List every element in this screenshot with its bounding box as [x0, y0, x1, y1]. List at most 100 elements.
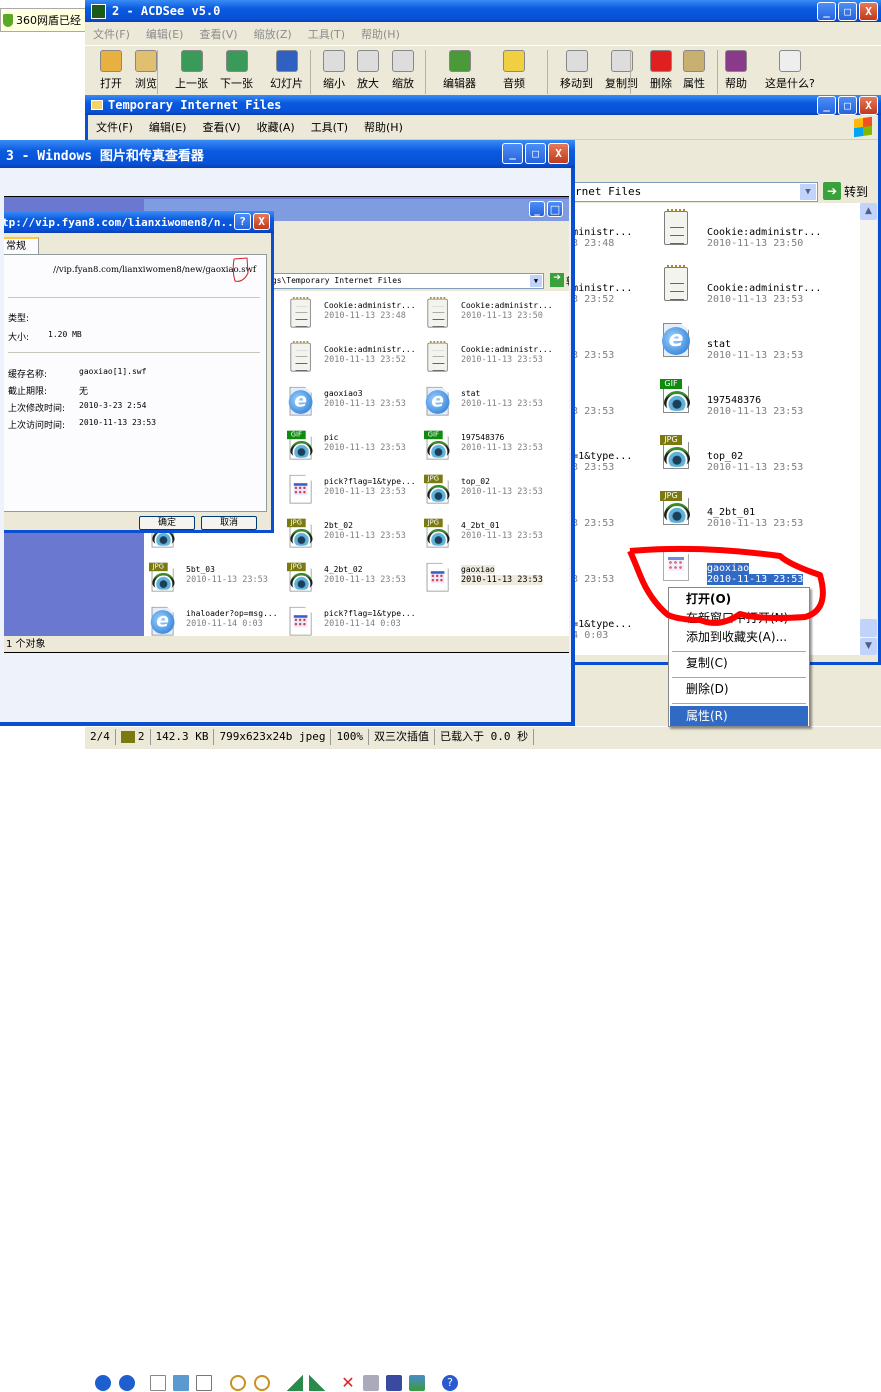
dropdown-arrow-icon[interactable]: ▼ [800, 184, 816, 200]
tab-general[interactable]: 常规 [4, 237, 39, 255]
desktop-notification[interactable]: 360网盾已经 [0, 8, 86, 32]
close-button[interactable]: X [859, 96, 878, 115]
help-button[interactable]: ? [442, 1375, 458, 1391]
notepad-icon [427, 341, 448, 372]
cancel-button[interactable]: 取消 [201, 516, 257, 530]
note-file-icon [424, 297, 450, 329]
menu-item[interactable]: 查看(V) [202, 119, 240, 135]
menu-item[interactable]: 文件(F) [96, 119, 133, 135]
file-name: Cookie:administr... [461, 301, 553, 310]
close-button[interactable]: X [253, 213, 270, 230]
acdsee-titlebar[interactable]: 2 - ACDSee v5.0 _ □ X [85, 0, 881, 22]
toolbar-button-zoom-in[interactable]: 放大 [357, 50, 379, 91]
toolbar-button-browse[interactable]: 浏览 [135, 50, 157, 91]
menu-item-open[interactable]: 打开(O) [670, 589, 808, 609]
menu-item-properties[interactable]: 属性(R) [670, 706, 808, 726]
actual-size-button[interactable] [173, 1375, 189, 1391]
menu-item[interactable]: 编辑(E) [146, 26, 184, 42]
file-date: 2010-11-13 23:53 [707, 574, 804, 585]
slideshow-button[interactable] [196, 1375, 212, 1391]
close-button[interactable]: X [859, 2, 878, 21]
menu-item-delete[interactable]: 删除(D) [670, 679, 808, 699]
help-icon [725, 50, 747, 72]
toolbar-button-audio[interactable]: 音频 [503, 50, 525, 91]
delete-button[interactable]: ✕ [340, 1375, 356, 1391]
minimize-button[interactable]: _ [817, 96, 836, 115]
minimize-button[interactable]: _ [817, 2, 836, 21]
menu-item[interactable]: 编辑(E) [149, 119, 187, 135]
save-button[interactable] [386, 1375, 402, 1391]
app-file-icon [287, 605, 313, 636]
context-menu: 打开(O) 在新窗口中打开(N) 添加到收藏夹(A)... 复制(C) 删除(D… [668, 587, 810, 727]
toolbar-button-properties[interactable]: 属性 [683, 50, 705, 91]
menu-item[interactable]: 帮助(H) [364, 119, 403, 135]
rotate-counterclockwise-button[interactable] [309, 1375, 325, 1391]
toolbar-button-slideshow[interactable]: 幻灯片 [270, 50, 303, 91]
explorer-titlebar[interactable]: Temporary Internet Files _ □ X [85, 95, 881, 115]
viewer-titlebar[interactable]: 3 - Windows 图片和传真查看器 _ □ X [0, 140, 575, 168]
toolbar-button-previous[interactable]: 上一张 [175, 50, 208, 91]
menu-item[interactable]: 帮助(H) [361, 26, 400, 42]
toolbar-label: 缩小 [323, 77, 345, 90]
expire-value: 无 [79, 387, 89, 397]
print-button[interactable] [363, 1375, 379, 1391]
file-name: top_02 [461, 477, 490, 486]
modified-value: 2010-3-23 2:54 [79, 401, 147, 410]
menu-item-add-favorites[interactable]: 添加到收藏夹(A)... [670, 627, 808, 647]
move-to-icon [565, 50, 588, 72]
toolbar-button-next[interactable]: 下一张 [220, 50, 253, 91]
minimize-button: _ [529, 201, 545, 217]
address-bar[interactable]: rnet Files ▼ [558, 182, 818, 202]
editor-icon [448, 50, 471, 72]
menu-item-open-new-window[interactable]: 在新窗口中打开(N) [670, 608, 808, 628]
file-name: pick?flag=1&type... [324, 609, 416, 618]
maximize-button[interactable]: □ [525, 143, 546, 164]
menu-item[interactable]: 收藏(A) [257, 119, 295, 135]
zoom-in-button[interactable] [230, 1375, 246, 1391]
zoom-out-button[interactable] [254, 1375, 270, 1391]
toolbar-button-open-folder[interactable]: 打开 [100, 50, 122, 91]
app-window-icon [293, 615, 308, 628]
menu-item[interactable]: 查看(V) [199, 26, 237, 42]
menu-item[interactable]: 工具(T) [308, 26, 345, 42]
ok-button[interactable]: 确定 [139, 516, 195, 530]
toolbar-button-delete[interactable]: 删除 [650, 50, 672, 91]
rotate-clockwise-button[interactable] [287, 1375, 303, 1391]
scroll-thumb[interactable] [860, 619, 877, 637]
toolbar-button-whats-this[interactable]: 这是什么? [765, 50, 815, 91]
dialog-titlebar[interactable]: tp://vip.fyan8.com/lianxiwomen8/n... ? X [4, 211, 274, 233]
menu-item-copy[interactable]: 复制(C) [670, 653, 808, 673]
toolbar-button-help[interactable]: 帮助 [725, 50, 747, 91]
toolbar-button-zoom[interactable]: 缩放 [392, 50, 414, 91]
menu-separator [672, 703, 806, 704]
menu-item[interactable]: 缩放(Z) [254, 26, 292, 42]
toolbar-button-zoom-out[interactable]: 缩小 [323, 50, 345, 91]
toolbar-button-copy-to[interactable]: 复制到 [605, 50, 638, 91]
browse-icon [135, 50, 157, 72]
toolbar-label: 浏览 [135, 77, 157, 90]
best-fit-button[interactable] [150, 1375, 166, 1391]
next-image-button[interactable] [119, 1375, 135, 1391]
toolbar-button-move-to[interactable]: 移动到 [560, 50, 593, 91]
scroll-up-button[interactable]: ▲ [860, 203, 877, 220]
file-name: gaoxiao [461, 565, 495, 574]
maximize-button[interactable]: □ [838, 96, 857, 115]
maximize-button[interactable]: □ [838, 2, 857, 21]
ie-icon: e [425, 390, 450, 414]
go-button[interactable]: ➔ 转到 [823, 182, 868, 200]
zoom-in-icon [357, 50, 379, 72]
toolbar-button-editor[interactable]: 编辑器 [443, 50, 476, 91]
toolbar-separator [717, 50, 718, 94]
scroll-down-button[interactable]: ▼ [860, 638, 877, 655]
edit-button[interactable] [409, 1375, 425, 1391]
help-button[interactable]: ? [234, 213, 251, 230]
vertical-scrollbar[interactable]: ▲ ▼ [860, 203, 877, 655]
close-button[interactable]: X [548, 143, 569, 164]
file-name: 197548376 [707, 395, 762, 406]
file-type-label: JPG [424, 518, 443, 528]
minimize-button[interactable]: _ [502, 143, 523, 164]
menu-item[interactable]: 文件(F) [93, 26, 130, 42]
previous-image-button[interactable] [95, 1375, 111, 1391]
menu-item[interactable]: 工具(T) [311, 119, 348, 135]
toolbar-label: 这是什么? [765, 77, 815, 90]
